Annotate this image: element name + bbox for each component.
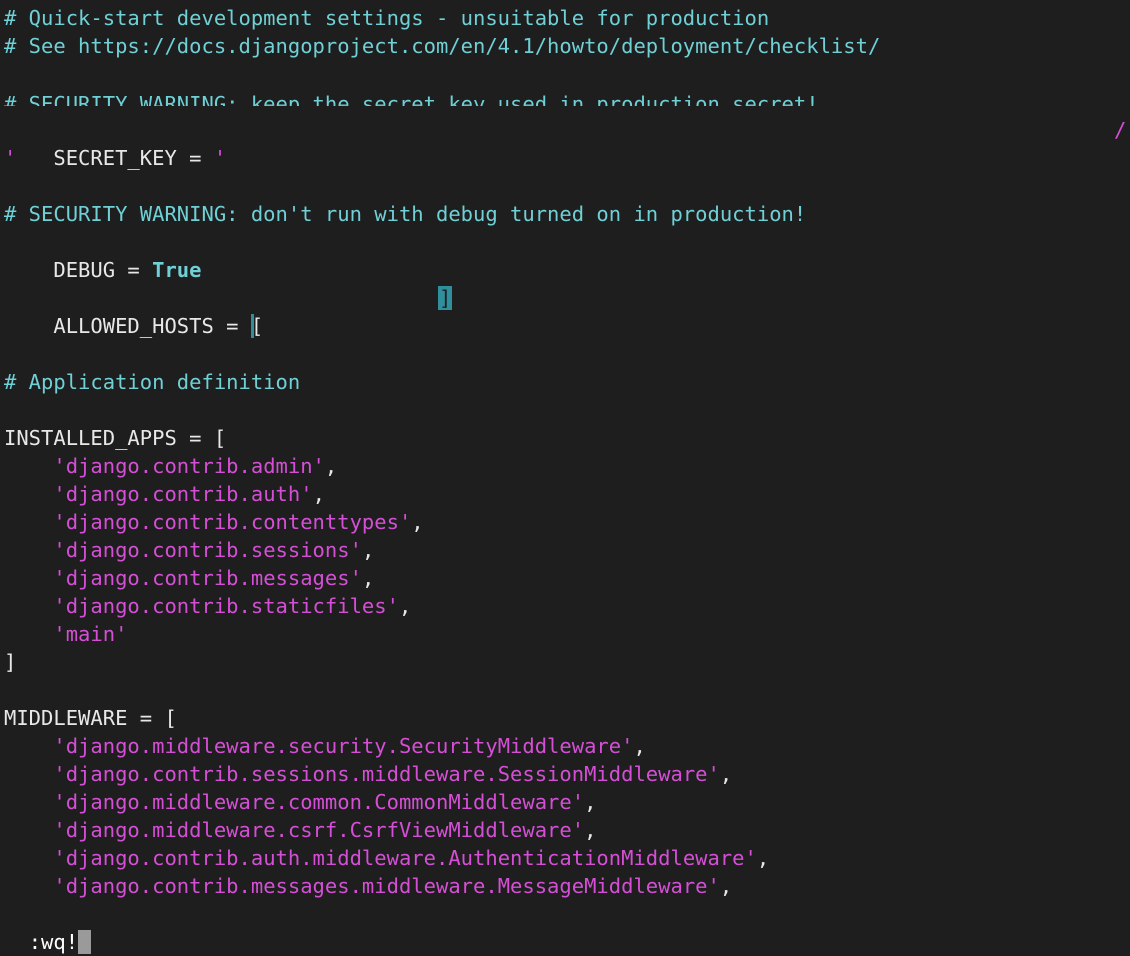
installed-app-item: 'django.contrib.contenttypes', — [53, 510, 424, 534]
comment-app-definition: # Application definition — [4, 370, 301, 394]
installed-app-item: 'django.contrib.staticfiles', — [53, 594, 412, 618]
middleware-item: 'django.contrib.sessions.middleware.Sess… — [53, 762, 733, 786]
secret-key-tail: / — [1114, 118, 1126, 142]
middleware-item: 'django.middleware.security.SecurityMidd… — [53, 734, 646, 758]
middleware-item: 'django.contrib.messages.middleware.Mess… — [53, 874, 733, 898]
debug-line: DEBUG = True — [4, 228, 201, 282]
text-cursor — [78, 930, 92, 954]
installed-apps-close: ] — [4, 650, 17, 674]
secret-key-open-quote: ' — [213, 146, 227, 170]
clipped-line-region: # SECURITY WARNING: keep the secret key … — [4, 90, 1126, 106]
installed-app-item: 'main' — [53, 622, 128, 646]
middleware-item: 'django.middleware.common.CommonMiddlewa… — [53, 790, 597, 814]
middleware-item: 'django.middleware.csrf.CsrfViewMiddlewa… — [53, 818, 597, 842]
middleware-open: MIDDLEWARE = [ — [4, 706, 177, 730]
allowed-hosts-close-bracket: ] — [438, 286, 453, 310]
allowed-hosts-open-bracket: [ — [250, 314, 264, 338]
debug-label: DEBUG = — [53, 258, 153, 282]
installed-app-item: 'django.contrib.messages', — [53, 566, 375, 590]
vim-command-line[interactable]: :wq! — [4, 900, 92, 954]
middleware-item: 'django.contrib.auth.middleware.Authenti… — [53, 846, 770, 870]
secret-key-label: SECRET_KEY = — [53, 146, 214, 170]
installed-app-item: 'django.contrib.admin', — [53, 454, 338, 478]
comment-debug-warning: # SECURITY WARNING: don't run with debug… — [4, 202, 807, 226]
installed-apps-open: INSTALLED_APPS = [ — [4, 426, 227, 450]
secret-key-close-quote: ' — [4, 146, 17, 170]
vim-editor[interactable]: # Quick-start development settings - uns… — [4, 4, 1126, 928]
debug-value: True — [152, 258, 202, 282]
installed-app-item: 'django.contrib.sessions', — [53, 538, 375, 562]
secret-key-line: SECRET_KEY = ' / — [4, 116, 1126, 170]
allowed-hosts-label: ALLOWED_HOSTS = — [53, 314, 251, 338]
command-text: :wq! — [28, 930, 79, 954]
comment-docs-link: # See https://docs.djangoproject.com/en/… — [4, 34, 881, 58]
installed-app-item: 'django.contrib.auth', — [53, 482, 325, 506]
allowed-hosts-line: ALLOWED_HOSTS = [ ] — [4, 284, 1126, 338]
comment-secret-warning: # SECURITY WARNING: keep the secret key … — [4, 92, 819, 106]
comment-quickstart: # Quick-start development settings - uns… — [4, 6, 770, 30]
